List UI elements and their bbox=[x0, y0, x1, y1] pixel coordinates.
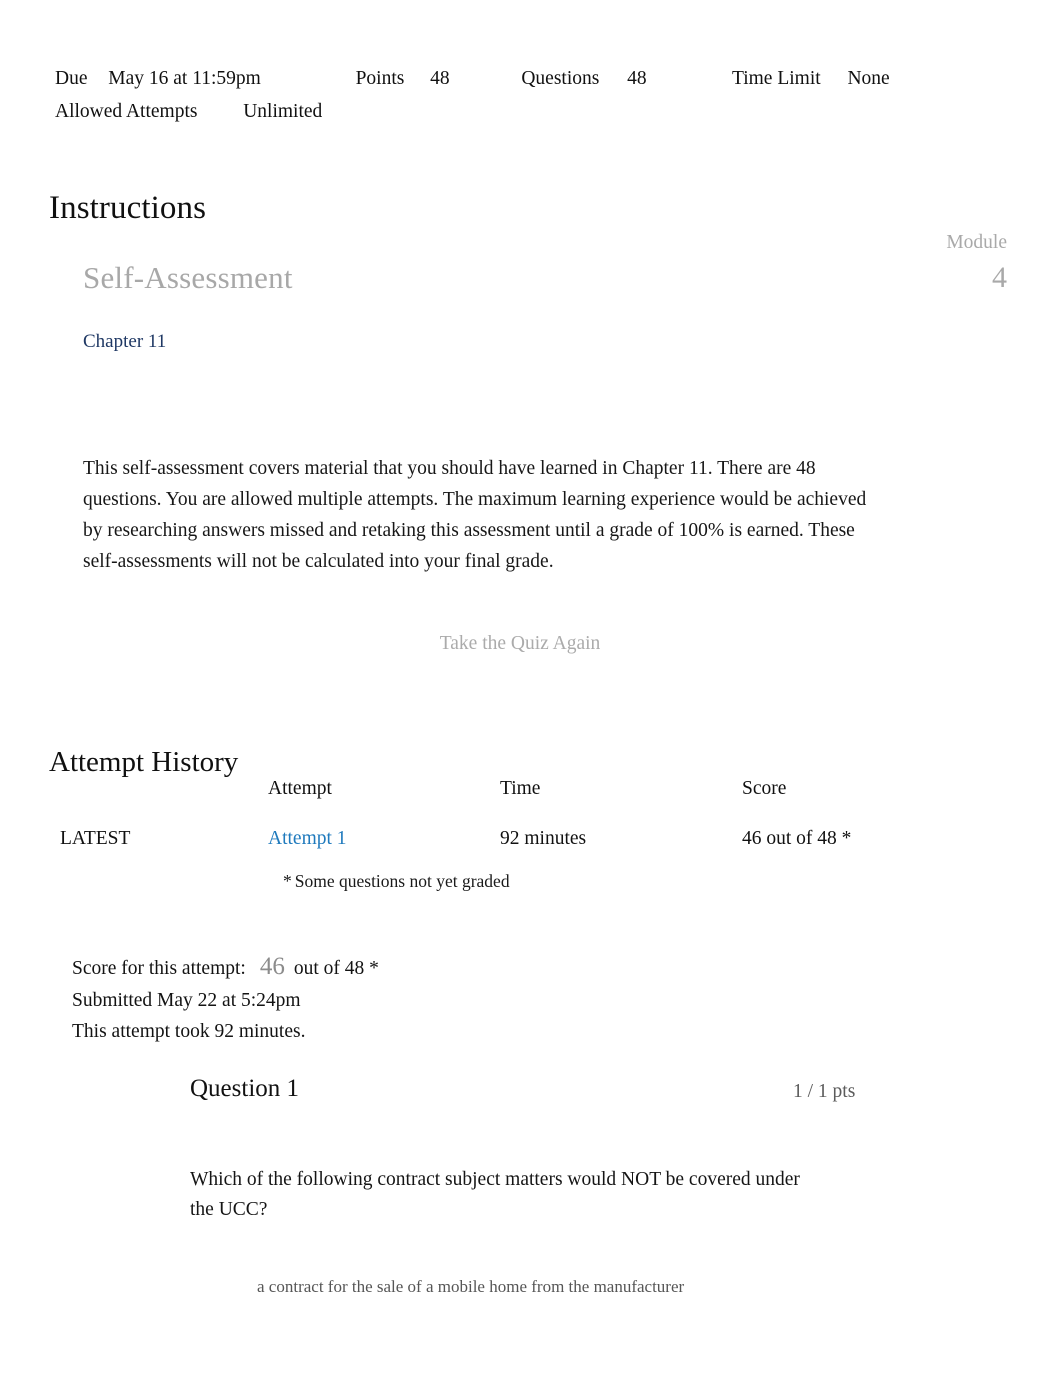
module-label: Module bbox=[946, 232, 1007, 253]
attempt-history-table: Attempt Time Score LATEST Attempt 1 92 m… bbox=[49, 778, 949, 850]
question-block: Question 1 1 / 1 pts Which of the follow… bbox=[0, 1075, 1062, 1296]
quiz-meta-row-2: Allowed Attempts Unlimited bbox=[55, 95, 1015, 128]
column-header-latest bbox=[49, 778, 268, 828]
score-value: 46 bbox=[259, 953, 285, 980]
questions-label: Questions bbox=[521, 68, 600, 89]
points-value: 48 bbox=[430, 68, 450, 89]
allowed-attempts-value: Unlimited bbox=[243, 101, 323, 122]
question-text: Which of the following contract subject … bbox=[190, 1169, 800, 1220]
grading-note-text: Some questions not yet graded bbox=[294, 871, 510, 891]
grading-note: * Some questions not yet graded bbox=[283, 871, 510, 892]
take-quiz-again-button[interactable]: Take the Quiz Again bbox=[0, 633, 1040, 655]
attempt-link[interactable]: Attempt 1 bbox=[268, 828, 347, 849]
module-number: 4 bbox=[992, 261, 1007, 294]
attempt-history-heading: Attempt History bbox=[49, 746, 239, 779]
chapter-link[interactable]: Chapter 11 bbox=[83, 331, 166, 353]
allowed-attempts-label: Allowed Attempts bbox=[55, 101, 198, 122]
submitted-date: Submitted May 22 at 5:24pm bbox=[72, 989, 301, 1011]
instructions-body-text: This self-assessment covers material tha… bbox=[83, 457, 867, 573]
due-value: May 16 at 11:59pm bbox=[108, 68, 261, 89]
question-title: Question 1 bbox=[190, 1075, 300, 1102]
answer-option[interactable]: a contract for the sale of a mobile home… bbox=[257, 1277, 684, 1297]
quiz-meta-header: Due May 16 at 11:59pm Points 48 Question… bbox=[55, 62, 1015, 128]
quiz-meta-row-1: Due May 16 at 11:59pm Points 48 Question… bbox=[55, 62, 1015, 95]
self-assessment-title: Self-Assessment bbox=[83, 260, 293, 295]
time-limit-label: Time Limit bbox=[732, 68, 821, 89]
attempt-cell: Attempt 1 bbox=[268, 828, 500, 850]
questions-value: 48 bbox=[627, 68, 647, 89]
score-out-of: out of 48 * bbox=[293, 958, 379, 979]
table-header-row: Attempt Time Score bbox=[49, 778, 949, 828]
question-header: Question 1 1 / 1 pts bbox=[0, 1075, 1062, 1121]
attempt-duration: This attempt took 92 minutes. bbox=[72, 1021, 306, 1042]
column-header-time: Time bbox=[500, 778, 541, 799]
latest-badge: LATEST bbox=[60, 828, 131, 849]
points-label: Points bbox=[355, 68, 405, 89]
column-header-score: Score bbox=[742, 778, 787, 799]
score-row: Score for this attempt: 46 out of 48 * bbox=[72, 951, 379, 985]
score-summary: Score for this attempt: 46 out of 48 * Sub… bbox=[72, 951, 379, 1048]
table-row: LATEST Attempt 1 92 minutes 46 out of 48… bbox=[49, 828, 949, 850]
due-label: Due bbox=[55, 68, 88, 89]
attempt-score: 46 out of 48 * bbox=[742, 828, 852, 849]
attempt-time: 92 minutes bbox=[500, 828, 587, 849]
time-limit-value: None bbox=[847, 68, 890, 89]
module-indicator: Module 4 bbox=[827, 230, 1007, 300]
question-points: 1 / 1 pts bbox=[793, 1081, 856, 1102]
instructions-heading: Instructions bbox=[49, 190, 207, 227]
column-header-attempt: Attempt bbox=[268, 778, 332, 799]
score-label: Score for this attempt: bbox=[72, 958, 246, 979]
asterisk-icon: * bbox=[283, 871, 292, 891]
